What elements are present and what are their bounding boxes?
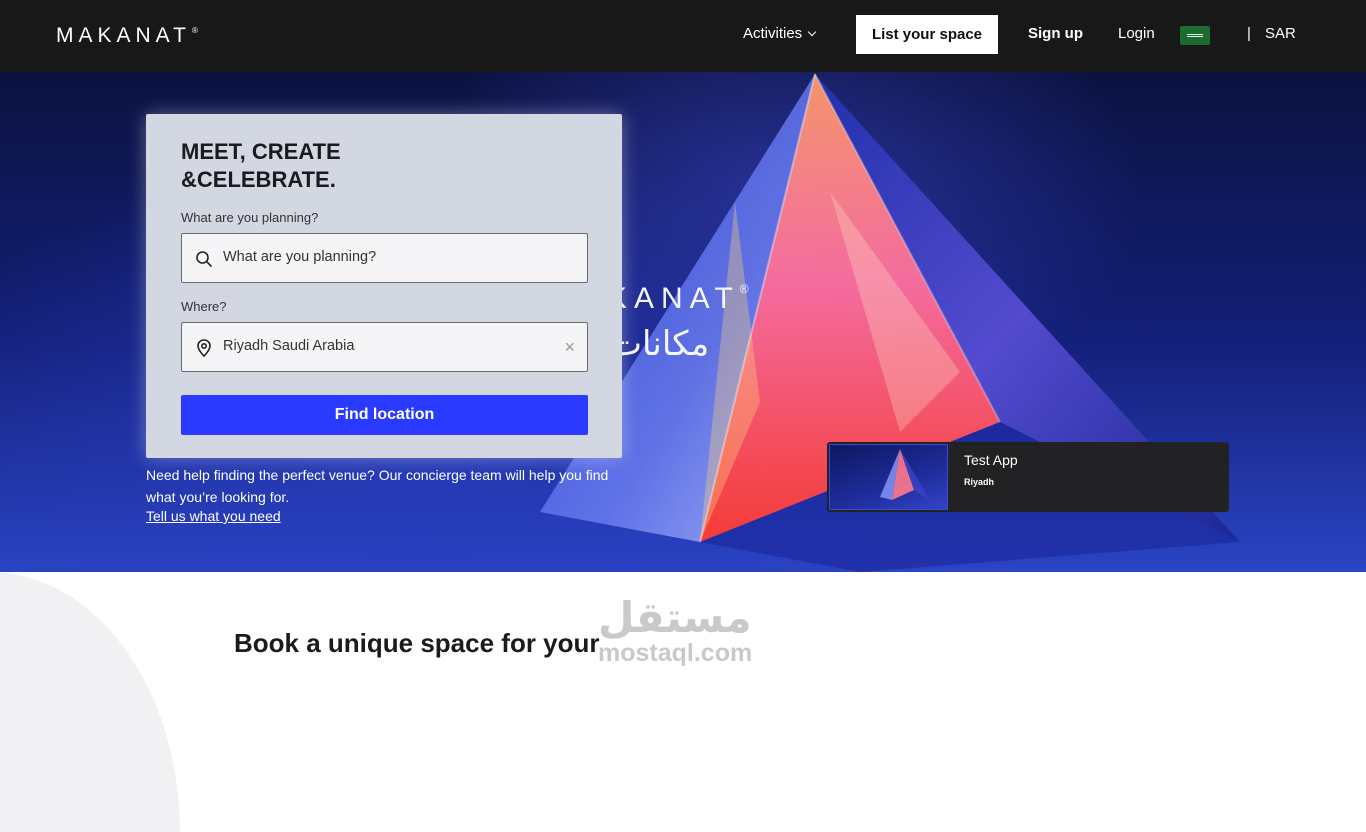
clear-icon[interactable]: ×	[564, 337, 575, 358]
activities-menu[interactable]: Activities	[743, 25, 817, 42]
decorative-curve	[0, 572, 180, 832]
planning-input[interactable]: What are you planning?	[181, 233, 588, 283]
concierge-help-text: Need help finding the perfect venue? Our…	[146, 467, 609, 505]
makanat-logo[interactable]: MAKANAT®	[56, 24, 198, 48]
listing-name: Test App	[964, 452, 1018, 468]
listing-card[interactable]: Test App Riyadh	[827, 442, 1229, 512]
section-title: Book a unique space for your	[234, 628, 600, 658]
search-card: MEET, CREATE &CELEBRATE. What are you pl…	[146, 114, 622, 458]
activities-label: Activities	[743, 25, 803, 42]
where-label: Where?	[181, 299, 227, 314]
watermark-latin: mostaql.com	[598, 639, 753, 667]
hero-logo-arabic: مكانات	[610, 324, 710, 364]
sign-up-link[interactable]: Sign up	[1028, 25, 1083, 42]
location-value: Riyadh Saudi Arabia	[223, 338, 355, 354]
mostaql-watermark: مستقل mostaql.com	[598, 595, 752, 668]
search-icon	[196, 251, 212, 267]
listing-city: Riyadh	[964, 477, 995, 487]
list-your-space-button[interactable]: List your space	[856, 15, 998, 54]
chevron-down-icon	[807, 27, 817, 37]
currency-selector[interactable]: SAR	[1265, 25, 1296, 42]
listing-thumbnail	[829, 444, 948, 510]
nav-separator: |	[1247, 25, 1251, 42]
location-input[interactable]: Riyadh Saudi Arabia ×	[181, 322, 588, 372]
top-nav-bar: MAKANAT® Activities List your space Sign…	[0, 0, 1366, 72]
tell-us-link[interactable]: Tell us what you need	[146, 508, 281, 524]
saudi-flag-icon[interactable]	[1180, 26, 1210, 45]
location-pin-icon	[197, 339, 211, 358]
watermark-arabic: مستقل	[598, 593, 752, 642]
find-location-button[interactable]: Find location	[181, 395, 588, 435]
login-link[interactable]: Login	[1118, 25, 1155, 42]
planning-placeholder: What are you planning?	[223, 249, 377, 265]
planning-label: What are you planning?	[181, 210, 319, 225]
search-card-title: MEET, CREATE &CELEBRATE.	[181, 139, 341, 192]
